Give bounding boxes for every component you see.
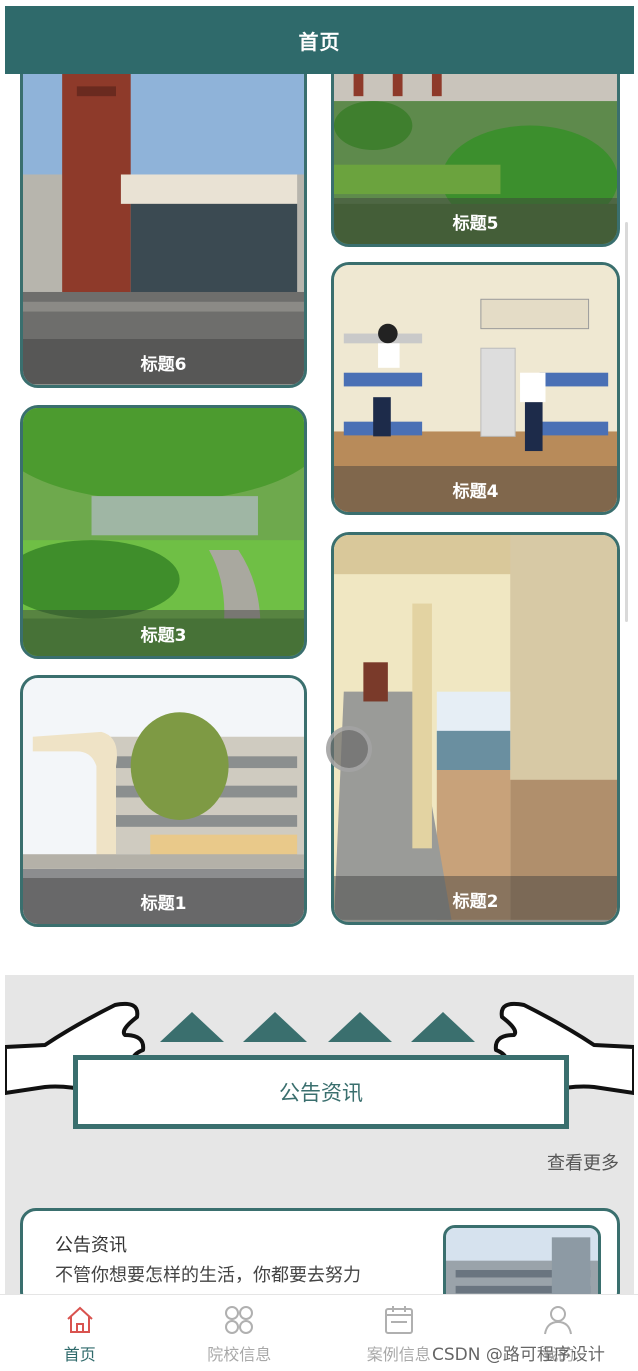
gallery-card-caption: 标题4 [334,466,617,512]
notice-list-item[interactable]: 公告资讯 不管你想要怎样的生活，你都要去努力 [20,1208,620,1308]
tab-label: 案例信息 [366,1345,431,1364]
gallery-card-caption: 标题5 [334,198,617,244]
gallery-card-title: 标题6 [140,354,187,375]
gallery-card-title: 标题1 [140,893,187,914]
gallery-image [334,535,617,920]
notice-section: 公告资讯 查看更多 公告资讯 不管你想要怎样的生活，你都要去努力 [5,975,634,1308]
tab-label: 首页 [63,1345,96,1364]
gallery-card[interactable]: 标题5 [331,74,620,247]
calendar-icon [384,1306,413,1334]
gallery-card[interactable]: 标题3 [20,405,307,659]
gallery-card-caption: 标题1 [23,878,304,924]
gallery-card[interactable]: 标题4 [331,262,620,515]
tab-label: 院校信息 [207,1345,272,1364]
grid-icon [225,1306,254,1334]
tab-school-info[interactable]: 院校信息 [164,1295,314,1371]
gallery-scrollbar[interactable] [625,222,628,622]
notice-banner-title: 公告资讯 [73,1055,569,1129]
notice-item-title: 公告资讯 [55,1235,127,1256]
gallery-card[interactable]: 标题6 [20,74,307,388]
watermark-text: CSDN @路可程序设计 [432,1345,605,1365]
page-header: 首页 [5,6,634,74]
floating-button[interactable] [326,726,372,772]
user-icon [544,1306,573,1335]
gallery-card-title: 标题4 [452,481,499,502]
image-gallery[interactable]: 标题6 标题5 标题4 标题3 标题2 标题1 [0,74,638,959]
gallery-card-title: 标题2 [452,891,499,912]
view-more-link[interactable]: 查看更多 [547,1149,619,1175]
notice-banner-label: 公告资讯 [279,1081,363,1105]
notice-item-description: 不管你想要怎样的生活，你都要去努力 [55,1265,361,1286]
gallery-card-title: 标题5 [452,213,499,234]
gallery-image [23,74,304,385]
gallery-card-caption: 标题3 [23,610,304,656]
gallery-card-caption: 标题2 [334,876,617,922]
tab-home[interactable]: 首页 [5,1295,155,1371]
gallery-card-title: 标题3 [140,625,187,646]
gallery-card[interactable]: 标题2 [331,532,620,925]
home-icon [67,1306,93,1333]
gallery-card-caption: 标题6 [23,339,304,385]
page-title: 首页 [298,29,341,54]
gallery-card[interactable]: 标题1 [20,675,307,927]
